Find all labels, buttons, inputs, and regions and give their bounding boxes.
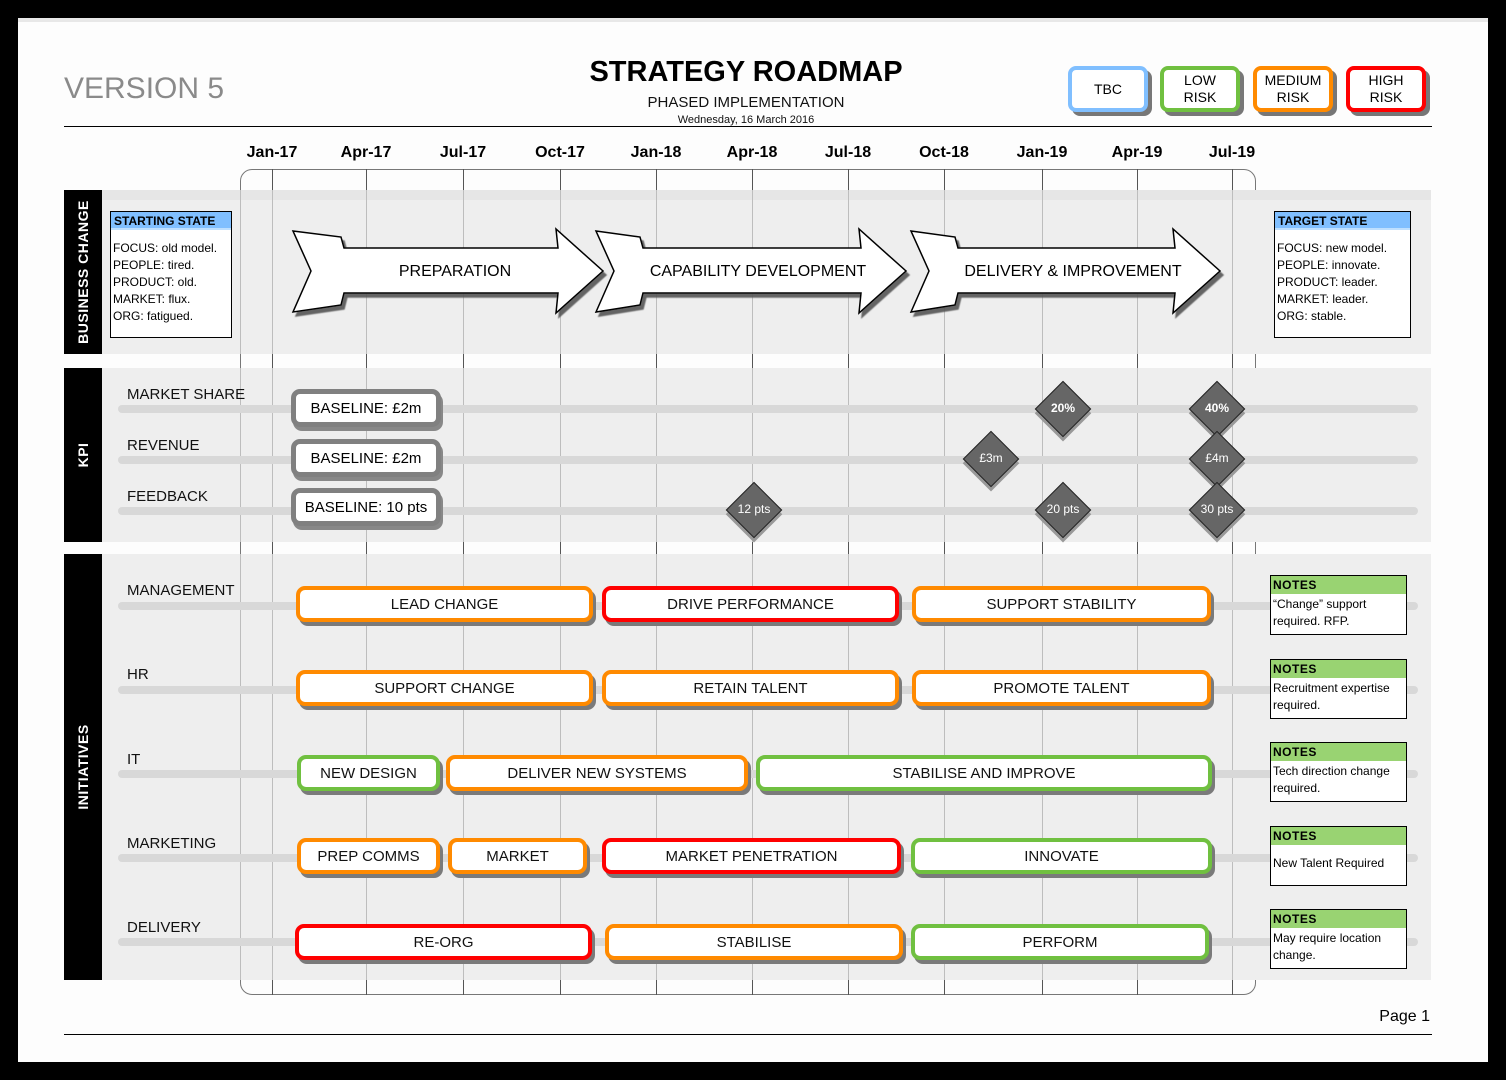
notes-box: NOTES “Change” support required. RFP. — [1270, 575, 1407, 635]
band-gridline — [1137, 368, 1138, 542]
kpi-baseline: BASELINE: £2m — [291, 389, 441, 427]
section-label-text: KPI — [75, 442, 91, 468]
phase-arrows: PREPARATION CAPABILITY DEVELOPMENT DELIV… — [291, 227, 1222, 315]
band-gridline — [1232, 554, 1233, 980]
band-gridline — [272, 368, 273, 542]
initiative-bar[interactable]: PROMOTE TALENT — [912, 670, 1211, 706]
roadmap-page: VERSION 5 STRATEGY ROADMAP PHASED IMPLEM… — [18, 18, 1488, 1062]
band-gridline — [848, 368, 849, 542]
page-number: Page 1 — [1379, 1008, 1430, 1025]
initiative-bar[interactable]: LEAD CHANGE — [296, 586, 593, 622]
phase-arrow-capability-development: CAPABILITY DEVELOPMENT — [594, 227, 908, 315]
notes-title: NOTES — [1271, 827, 1406, 845]
kpi-baseline: BASELINE: £2m — [291, 439, 441, 477]
milestone-label: £3m — [979, 451, 1003, 465]
initiative-bar[interactable]: RETAIN TALENT — [602, 670, 899, 706]
milestone-diamond: 40% — [1188, 380, 1246, 438]
initiative-label-it: IT — [127, 751, 141, 768]
initiative-label-management: MANAGEMENT — [127, 582, 235, 599]
notes-title: NOTES — [1271, 576, 1406, 594]
milestone-label: 20 pts — [1046, 502, 1080, 516]
initiative-bar[interactable]: STABILISE AND IMPROVE — [756, 755, 1212, 791]
kpi-label-feedback: FEEDBACK — [127, 488, 208, 505]
milestone-diamond: 12 pts — [725, 481, 783, 539]
band-gridline — [463, 368, 464, 542]
band-gridline — [944, 368, 945, 542]
initiative-label-hr: HR — [127, 666, 149, 683]
notes-box: NOTES Tech direction change required. — [1270, 742, 1407, 802]
initiative-bar[interactable]: STABILISE — [605, 924, 903, 960]
band-gridline — [272, 554, 273, 980]
milestone-label: 40% — [1204, 401, 1230, 415]
notes-text: New Talent Required — [1273, 856, 1385, 870]
notes-text: Tech direction change required. — [1273, 764, 1390, 795]
milestone-label: £4m — [1205, 451, 1229, 465]
kpi-baseline: BASELINE: 10 pts — [291, 488, 441, 526]
initiative-label-marketing: MARKETING — [127, 835, 217, 852]
kpi-label-market-share: MARKET SHARE — [127, 386, 246, 403]
phase-label: PREPARATION — [399, 263, 511, 280]
notes-title: NOTES — [1271, 660, 1406, 678]
phase-arrow-preparation: PREPARATION — [291, 227, 605, 315]
phase-arrow-delivery-improvement: DELIVERY & IMPROVEMENT — [909, 227, 1222, 315]
milestone-diamond: 20 pts — [1034, 481, 1092, 539]
initiative-bar[interactable]: PERFORM — [911, 924, 1209, 960]
notes-box: NOTES New Talent Required — [1270, 826, 1407, 886]
initiative-bar[interactable]: DELIVER NEW SYSTEMS — [446, 755, 748, 791]
initiative-bar[interactable]: NEW DESIGN — [297, 755, 440, 791]
initiative-bar[interactable]: RE-ORG — [295, 924, 592, 960]
milestone-label: 12 pts — [737, 502, 771, 516]
milestone-diamond: £3m — [962, 430, 1020, 488]
milestone-diamond: 30 pts — [1188, 481, 1246, 539]
milestone-diamond: £4m — [1188, 430, 1246, 488]
notes-text: May require location change. — [1273, 931, 1382, 962]
notes-box: NOTES Recruitment expertise required. — [1270, 659, 1407, 719]
band-gridline — [240, 554, 241, 980]
section-label-initiatives: INITIATIVES — [64, 554, 102, 980]
milestone-label: 30 pts — [1200, 502, 1234, 516]
initiative-bar[interactable]: PREP COMMS — [297, 838, 440, 874]
band-gridline — [656, 368, 657, 542]
initiative-bar[interactable]: INNOVATE — [911, 838, 1212, 874]
phase-label: CAPABILITY DEVELOPMENT — [650, 263, 867, 280]
band-gridline — [560, 368, 561, 542]
notes-title: NOTES — [1271, 910, 1406, 928]
footer-divider — [64, 1034, 1432, 1035]
phase-label: DELIVERY & IMPROVEMENT — [964, 263, 1181, 280]
notes-title: NOTES — [1271, 743, 1406, 761]
section-label-kpi: KPI — [64, 368, 102, 542]
initiative-label-delivery: DELIVERY — [127, 919, 201, 936]
section-label-text: INITIATIVES — [75, 724, 91, 810]
initiative-bar[interactable]: SUPPORT CHANGE — [296, 670, 593, 706]
milestone-diamond: 20% — [1034, 380, 1092, 438]
initiative-bar[interactable]: MARKET — [448, 838, 587, 874]
initiative-bar[interactable]: SUPPORT STABILITY — [912, 586, 1211, 622]
notes-text: “Change” support required. RFP. — [1273, 597, 1367, 628]
notes-text: Recruitment expertise required. — [1273, 681, 1390, 712]
initiative-bar[interactable]: MARKET PENETRATION — [602, 838, 901, 874]
milestone-label: 20% — [1050, 401, 1076, 415]
initiative-bar[interactable]: DRIVE PERFORMANCE — [602, 586, 899, 622]
notes-box: NOTES May require location change. — [1270, 909, 1407, 969]
kpi-label-revenue: REVENUE — [127, 437, 200, 454]
